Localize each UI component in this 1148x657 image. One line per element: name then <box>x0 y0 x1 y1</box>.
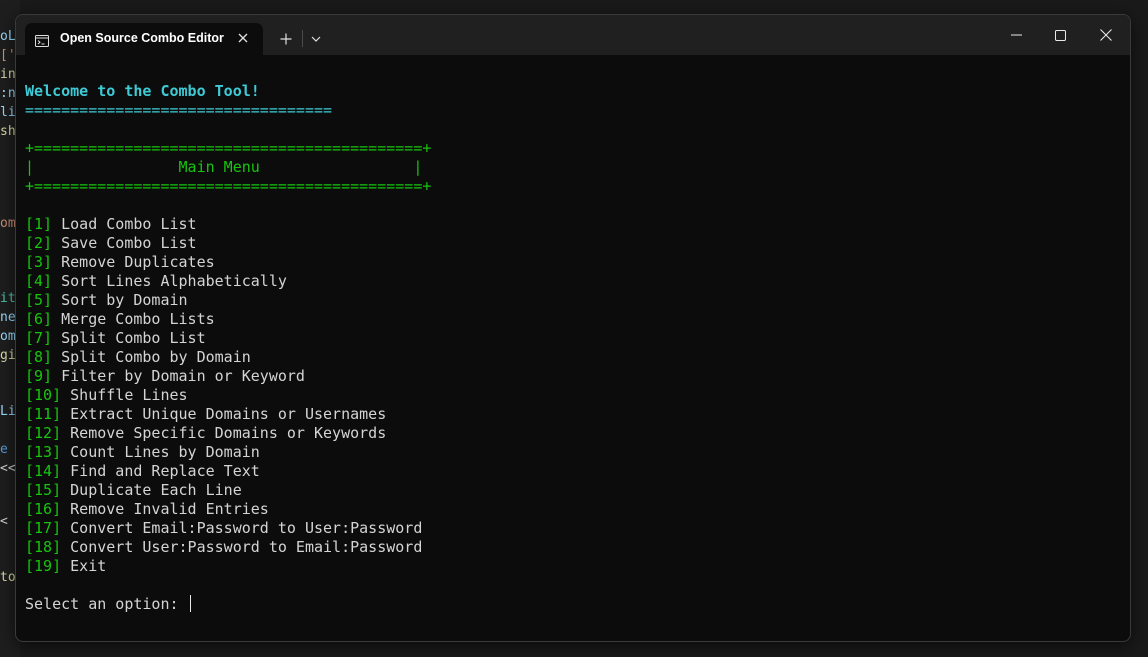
menu-box-bottom: +=======================================… <box>25 177 431 196</box>
menu-item-label: Split Combo List <box>61 329 206 347</box>
editor-fragment: e <box>0 440 8 459</box>
input-prompt[interactable]: Select an option: <box>25 595 191 614</box>
menu-item-key: [8] <box>25 348 52 366</box>
menu-item-label: Split Combo by Domain <box>61 348 251 366</box>
tab-divider <box>302 30 303 47</box>
menu-item-key: [5] <box>25 291 52 309</box>
menu-item-label: Sort Lines Alphabetically <box>61 272 287 290</box>
tab-title: Open Source Combo Editor <box>60 31 224 45</box>
menu-item: [4] Sort Lines Alphabetically <box>25 272 287 291</box>
menu-item: [7] Split Combo List <box>25 329 206 348</box>
menu-item-key: [11] <box>25 405 61 423</box>
menu-item-key: [16] <box>25 500 61 518</box>
plus-icon <box>280 33 292 45</box>
tab-dropdown-button[interactable] <box>306 29 326 49</box>
maximize-button[interactable] <box>1038 21 1082 49</box>
menu-item-key: [4] <box>25 272 52 290</box>
menu-item: [3] Remove Duplicates <box>25 253 215 272</box>
menu-item: [12] Remove Specific Domains or Keywords <box>25 424 386 443</box>
menu-item-key: [7] <box>25 329 52 347</box>
menu-item: [1] Load Combo List <box>25 215 197 234</box>
editor-fragment: li <box>0 103 16 122</box>
menu-item-key: [12] <box>25 424 61 442</box>
close-button[interactable] <box>1084 21 1128 49</box>
menu-box-top: +=======================================… <box>25 139 431 158</box>
menu-item: [9] Filter by Domain or Keyword <box>25 367 305 386</box>
menu-item-key: [1] <box>25 215 52 233</box>
editor-fragment: to <box>0 568 16 587</box>
menu-item-label: Find and Replace Text <box>70 462 260 480</box>
menu-item-label: Shuffle Lines <box>70 386 187 404</box>
minimize-button[interactable] <box>994 21 1038 49</box>
title-bar[interactable]: Open Source Combo Editor <box>16 15 1130 55</box>
menu-item-key: [15] <box>25 481 61 499</box>
text-cursor <box>190 595 191 612</box>
menu-item-label: Remove Duplicates <box>61 253 215 271</box>
new-tab-button[interactable] <box>274 29 298 49</box>
menu-item-key: [13] <box>25 443 61 461</box>
menu-item-label: Remove Specific Domains or Keywords <box>70 424 386 442</box>
menu-item: [8] Split Combo by Domain <box>25 348 251 367</box>
tab-combo-editor[interactable]: Open Source Combo Editor <box>25 23 263 55</box>
menu-item-label: Load Combo List <box>61 215 196 233</box>
terminal-window: Open Source Combo Editor <box>15 14 1131 642</box>
menu-item-key: [2] <box>25 234 52 252</box>
terminal-output[interactable]: Welcome to the Combo Tool! =============… <box>25 82 61 316</box>
menu-title: | Main Menu | <box>25 158 422 177</box>
menu-item-key: [6] <box>25 310 52 328</box>
prompt-label: Select an option: <box>25 595 188 613</box>
terminal-icon <box>35 32 49 44</box>
menu-item-label: Exit <box>70 557 106 575</box>
editor-fragment: gi <box>0 346 16 365</box>
welcome-heading: Welcome to the Combo Tool! <box>25 82 260 101</box>
close-icon[interactable] <box>233 28 253 48</box>
menu-item: [19] Exit <box>25 557 106 576</box>
menu-item-key: [9] <box>25 367 52 385</box>
menu-item-label: Extract Unique Domains or Usernames <box>70 405 386 423</box>
menu-item-label: Convert User:Password to Email:Password <box>70 538 422 556</box>
menu-item: [16] Remove Invalid Entries <box>25 500 269 519</box>
menu-item: [2] Save Combo List <box>25 234 197 253</box>
editor-fragment: it <box>0 289 16 308</box>
editor-fragment: Li <box>0 402 16 421</box>
menu-item-label: Convert Email:Password to User:Password <box>70 519 422 537</box>
menu-item-key: [19] <box>25 557 61 575</box>
menu-item: [6] Merge Combo Lists <box>25 310 215 329</box>
chevron-down-icon <box>311 36 321 42</box>
menu-item-label: Count Lines by Domain <box>70 443 260 461</box>
menu-item: [17] Convert Email:Password to User:Pass… <box>25 519 422 538</box>
menu-item: [10] Shuffle Lines <box>25 386 188 405</box>
minimize-icon <box>1011 34 1022 36</box>
menu-item-key: [18] <box>25 538 61 556</box>
menu-item: [14] Find and Replace Text <box>25 462 260 481</box>
menu-item-label: Sort by Domain <box>61 291 187 309</box>
close-icon <box>1100 29 1112 41</box>
menu-item: [13] Count Lines by Domain <box>25 443 260 462</box>
editor-fragment: < <box>0 512 8 531</box>
menu-item-label: Save Combo List <box>61 234 196 252</box>
menu-item-label: Remove Invalid Entries <box>70 500 269 518</box>
menu-item-key: [17] <box>25 519 61 537</box>
menu-item-key: [3] <box>25 253 52 271</box>
menu-item: [18] Convert User:Password to Email:Pass… <box>25 538 422 557</box>
menu-item: [11] Extract Unique Domains or Usernames <box>25 405 386 424</box>
menu-item-label: Filter by Domain or Keyword <box>61 367 305 385</box>
editor-fragment: :n <box>0 84 16 103</box>
menu-item-key: [10] <box>25 386 61 404</box>
menu-item-label: Merge Combo Lists <box>61 310 215 328</box>
menu-item-label: Duplicate Each Line <box>70 481 242 499</box>
menu-item: [15] Duplicate Each Line <box>25 481 242 500</box>
menu-item: [5] Sort by Domain <box>25 291 188 310</box>
maximize-icon <box>1055 30 1066 41</box>
menu-item-key: [14] <box>25 462 61 480</box>
editor-fragment: << <box>0 459 16 478</box>
welcome-rule: ================================== <box>25 101 332 120</box>
